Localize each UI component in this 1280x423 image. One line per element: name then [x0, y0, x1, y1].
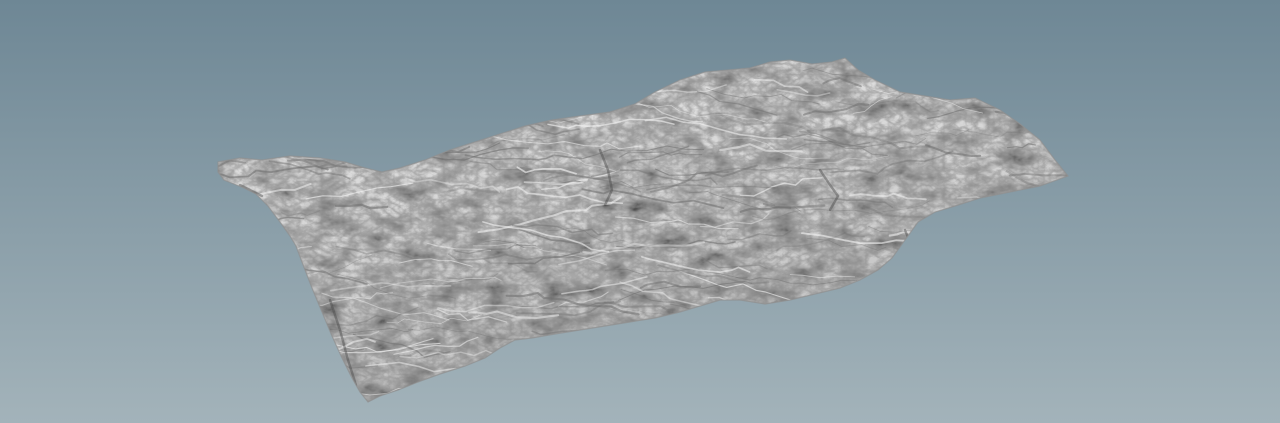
viewport-canvas[interactable]	[0, 0, 1280, 423]
3d-viewport[interactable]	[0, 0, 1280, 423]
